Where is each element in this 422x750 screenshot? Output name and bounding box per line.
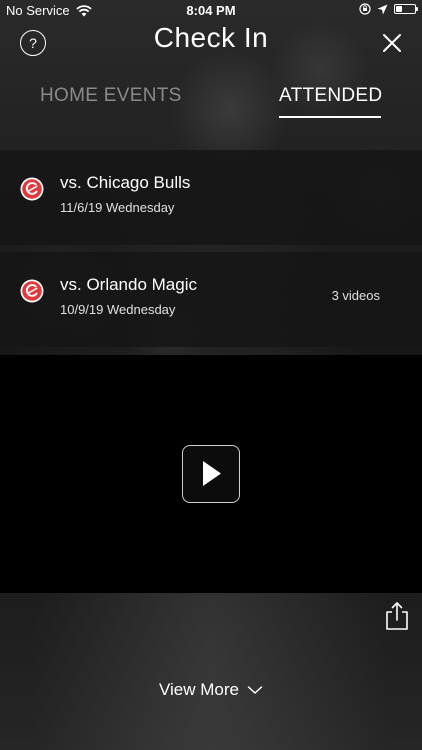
event-title: vs. Orlando Magic [60, 275, 197, 294]
view-more-label: View More [159, 680, 239, 699]
active-tab-indicator [279, 116, 381, 118]
event-date: 11/6/19 Wednesday [60, 200, 175, 215]
video-player[interactable] [0, 355, 422, 593]
team-logo-icon [20, 177, 44, 201]
play-icon [203, 461, 221, 486]
location-arrow-icon [377, 4, 388, 14]
close-icon[interactable] [380, 31, 404, 55]
event-row-chicago-bulls[interactable]: vs. Chicago Bulls 11/6/19 Wednesday [0, 150, 422, 245]
battery-icon [394, 4, 418, 14]
status-right [359, 3, 418, 15]
share-icon[interactable] [385, 601, 409, 631]
event-date: 10/9/19 Wednesday [60, 302, 176, 317]
view-more-button[interactable]: View More [0, 680, 422, 700]
event-title: vs. Chicago Bulls [60, 173, 191, 192]
video-count: 3 videos [331, 288, 380, 303]
status-bar: No Service 8:04 PM [0, 0, 422, 22]
event-row-orlando-magic[interactable]: vs. Orlando Magic 10/9/19 Wednesday 3 vi… [0, 252, 422, 347]
rotation-lock-icon [359, 3, 371, 15]
tab-attended[interactable]: ATTENDED [279, 85, 382, 107]
team-logo-icon [20, 279, 44, 303]
play-button[interactable] [182, 445, 240, 503]
page-title: Check In [153, 22, 269, 53]
tab-home-events[interactable]: HOME EVENTS [40, 85, 182, 107]
chevron-down-icon [247, 686, 263, 694]
